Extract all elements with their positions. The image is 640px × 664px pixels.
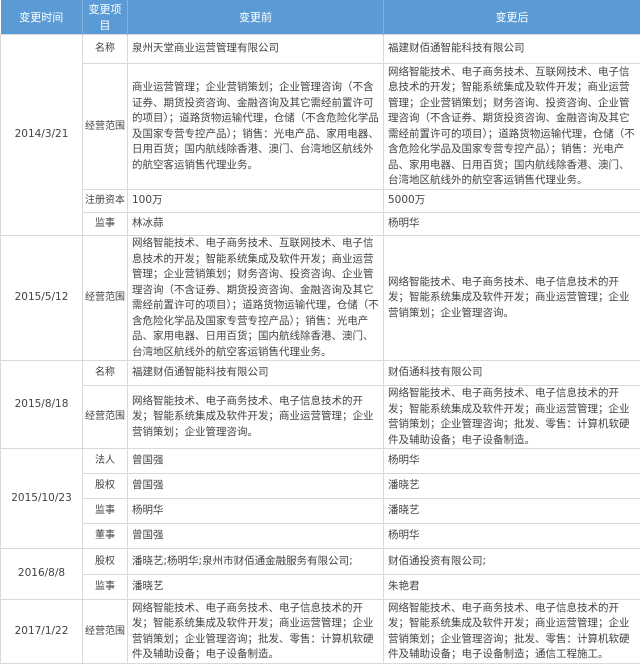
- table-row: 监事潘晓艺朱艳君: [1, 575, 640, 600]
- value-before: 网络智能技术、电子商务技术、互联网技术、电子信息技术的开发；智能系统集成及软件开…: [128, 236, 384, 361]
- change-date: 2017/1/22: [1, 600, 83, 664]
- value-after: 财佰通科技有限公司: [384, 361, 640, 386]
- value-before: 潘晓艺: [128, 575, 384, 600]
- value-before: 商业运营管理；企业营销策划；企业管理咨询（不含证券、期货投资咨询、金融咨询及其它…: [128, 64, 384, 190]
- value-after: 杨明华: [384, 213, 640, 236]
- value-before: 曾国强: [128, 474, 384, 499]
- change-item: 股权: [83, 474, 128, 499]
- value-before: 网络智能技术、电子商务技术、电子信息技术的开发；智能系统集成及软件开发；商业运营…: [128, 386, 384, 449]
- table-header: 变更时间 变更项目 变更前 变更后: [1, 0, 640, 35]
- value-after: 杨明华: [384, 524, 640, 549]
- table-row: 2015/8/18名称福建财佰通智能科技有限公司财佰通科技有限公司: [1, 361, 640, 386]
- change-item: 监事: [83, 213, 128, 236]
- table-row: 经营范围网络智能技术、电子商务技术、电子信息技术的开发；智能系统集成及软件开发；…: [1, 386, 640, 449]
- header-change-time: 变更时间: [1, 0, 83, 35]
- table-row: 2015/10/23法人曾国强杨明华: [1, 449, 640, 474]
- change-date: 2015/10/23: [1, 449, 83, 549]
- table-row: 2015/5/12经营范围网络智能技术、电子商务技术、互联网技术、电子信息技术的…: [1, 236, 640, 361]
- change-date: 2015/5/12: [1, 236, 83, 361]
- table-row: 注册资本100万5000万: [1, 190, 640, 213]
- value-before: 曾国强: [128, 524, 384, 549]
- table-row: 2017/1/22经营范围网络智能技术、电子商务技术、电子信息技术的开发；智能系…: [1, 600, 640, 664]
- value-after: 网络智能技术、电子商务技术、电子信息技术的开发；智能系统集成及软件开发；商业运营…: [384, 386, 640, 449]
- value-before: 林冰蒜: [128, 213, 384, 236]
- table-row: 监事杨明华潘晓艺: [1, 499, 640, 524]
- change-item: 注册资本: [83, 190, 128, 213]
- value-after: 福建财佰通智能科技有限公司: [384, 35, 640, 64]
- value-before: 杨明华: [128, 499, 384, 524]
- value-before: 泉州天堂商业运营管理有限公司: [128, 35, 384, 64]
- change-item: 名称: [83, 35, 128, 64]
- change-date: 2014/3/21: [1, 35, 83, 236]
- change-date: 2016/8/8: [1, 549, 83, 600]
- value-after: 潘晓艺: [384, 499, 640, 524]
- value-after: 财佰通投资有限公司;: [384, 549, 640, 575]
- value-after: 杨明华: [384, 449, 640, 474]
- table-row: 2014/3/21名称泉州天堂商业运营管理有限公司福建财佰通智能科技有限公司: [1, 35, 640, 64]
- header-before: 变更前: [128, 0, 384, 35]
- table-row: 2016/8/8股权潘晓艺;杨明华;泉州市财佰通金融服务有限公司;财佰通投资有限…: [1, 549, 640, 575]
- change-item: 监事: [83, 575, 128, 600]
- header-after: 变更后: [384, 0, 640, 35]
- value-after: 潘晓艺: [384, 474, 640, 499]
- change-item: 监事: [83, 499, 128, 524]
- value-after: 朱艳君: [384, 575, 640, 600]
- change-date: 2015/8/18: [1, 361, 83, 449]
- change-item: 法人: [83, 449, 128, 474]
- value-before: 曾国强: [128, 449, 384, 474]
- table-row: 监事林冰蒜杨明华: [1, 213, 640, 236]
- change-item: 股权: [83, 549, 128, 575]
- table-row: 董事曾国强杨明华: [1, 524, 640, 549]
- change-item: 经营范围: [83, 64, 128, 190]
- value-after: 网络智能技术、电子商务技术、互联网技术、电子信息技术的开发；智能系统集成及软件开…: [384, 64, 640, 190]
- table-row: 股权曾国强潘晓艺: [1, 474, 640, 499]
- table-row: 经营范围商业运营管理；企业营销策划；企业管理咨询（不含证券、期货投资咨询、金融咨…: [1, 64, 640, 190]
- value-after: 5000万: [384, 190, 640, 213]
- value-before: 网络智能技术、电子商务技术、电子信息技术的开发；智能系统集成及软件开发；商业运营…: [128, 600, 384, 664]
- value-before: 100万: [128, 190, 384, 213]
- change-item: 经营范围: [83, 236, 128, 361]
- value-after: 网络智能技术、电子商务技术、电子信息技术的开发；智能系统集成及软件开发；商业运营…: [384, 600, 640, 664]
- change-item: 经营范围: [83, 386, 128, 449]
- change-item: 名称: [83, 361, 128, 386]
- value-before: 潘晓艺;杨明华;泉州市财佰通金融服务有限公司;: [128, 549, 384, 575]
- header-change-item: 变更项目: [83, 0, 128, 35]
- value-before: 福建财佰通智能科技有限公司: [128, 361, 384, 386]
- change-item: 董事: [83, 524, 128, 549]
- change-record-table: 变更时间 变更项目 变更前 变更后 2014/3/21名称泉州天堂商业运营管理有…: [0, 0, 640, 664]
- change-item: 经营范围: [83, 600, 128, 664]
- value-after: 网络智能技术、电子商务技术、电子信息技术的开发；智能系统集成及软件开发；商业运营…: [384, 236, 640, 361]
